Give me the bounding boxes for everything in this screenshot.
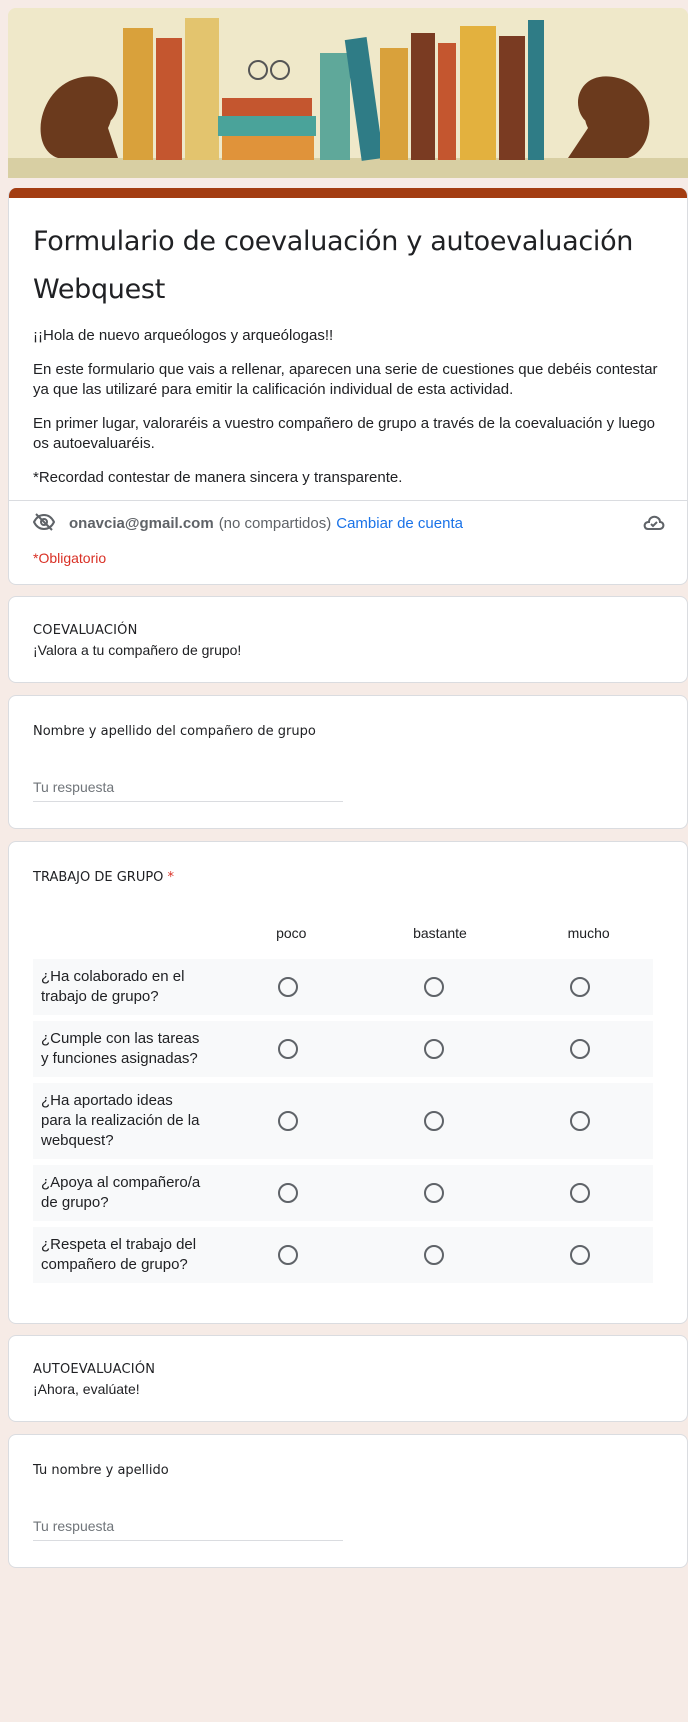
account-note: (no compartidos)	[218, 515, 332, 532]
form-title: Formulario de coevaluación y autoevaluac…	[33, 226, 634, 305]
section-autoevaluacion: AUTOEVALUACIÓN ¡Ahora, evalúate!	[8, 1335, 688, 1422]
grid-row-label: ¿Cumple con las tareas y funciones asign…	[41, 1030, 200, 1067]
form-header-card: Formulario de coevaluación y autoevaluac…	[8, 188, 688, 585]
grid-row: ¿Ha aportado ideas para la realización d…	[33, 1083, 653, 1159]
grid-row: ¿Apoya al compañero/a de grupo?	[33, 1165, 653, 1221]
partner-name-input[interactable]: Tu respuesta	[33, 779, 343, 802]
header-banner-image	[8, 8, 688, 178]
question-group-work: TRABAJO DE GRUPO * poco bastante mucho ¿…	[8, 841, 688, 1324]
section-subtitle: ¡Valora a tu compañero de grupo!	[33, 642, 242, 658]
radio-mucho[interactable]	[569, 977, 590, 997]
radio-poco[interactable]	[277, 1245, 298, 1265]
radio-bastante[interactable]	[423, 1183, 444, 1203]
form-description: ¡¡Hola de nuevo arqueólogos y arqueóloga…	[33, 326, 663, 488]
question-title: TRABAJO DE GRUPO *	[33, 870, 663, 885]
radio-poco[interactable]	[277, 1183, 298, 1203]
grid-row-label: ¿Respeta el trabajo del compañero de gru…	[41, 1236, 197, 1273]
radio-mucho[interactable]	[569, 1183, 590, 1203]
radio-mucho[interactable]	[569, 1039, 590, 1059]
section-subtitle: ¡Ahora, evalúate!	[33, 1381, 140, 1397]
account-email: onavcia@gmail.com	[69, 515, 214, 532]
radio-poco[interactable]	[277, 977, 298, 997]
grid-column-mucho: mucho	[567, 925, 610, 941]
grid-row-label: ¿Ha colaborado en el trabajo de grupo?	[41, 968, 185, 1005]
grid-column-bastante: bastante	[413, 925, 467, 941]
eye-off-icon	[32, 512, 56, 535]
radio-mucho[interactable]	[569, 1245, 590, 1265]
description-paragraph: *Recordad contestar de manera sincera y …	[33, 469, 403, 486]
radio-poco[interactable]	[277, 1111, 298, 1131]
header-accent-bar	[9, 188, 687, 198]
question-title: Tu nombre y apellido	[33, 1463, 169, 1478]
switch-account-link[interactable]: Cambiar de cuenta	[336, 515, 463, 532]
radio-mucho[interactable]	[569, 1111, 590, 1131]
own-name-input[interactable]: Tu respuesta	[33, 1518, 343, 1541]
description-paragraph: En primer lugar, valoraréis a vuestro co…	[33, 415, 656, 452]
grid-column-poco: poco	[276, 925, 307, 941]
description-paragraph: ¡¡Hola de nuevo arqueólogos y arqueóloga…	[33, 327, 334, 344]
grid-header-row: poco bastante mucho	[33, 913, 663, 953]
required-asterisk: *	[167, 870, 175, 885]
grid-row: ¿Ha colaborado en el trabajo de grupo?	[33, 959, 653, 1015]
grid-row-label: ¿Apoya al compañero/a de grupo?	[41, 1174, 201, 1211]
grid-row: ¿Respeta el trabajo del compañero de gru…	[33, 1227, 653, 1283]
question-own-name: Tu nombre y apellido Tu respuesta	[8, 1434, 688, 1568]
radio-bastante[interactable]	[423, 1039, 444, 1059]
question-title: Nombre y apellido del compañero de grupo	[33, 724, 316, 739]
section-title: COEVALUACIÓN	[33, 623, 138, 638]
radio-bastante[interactable]	[423, 1111, 444, 1131]
section-coevaluacion: COEVALUACIÓN ¡Valora a tu compañero de g…	[8, 596, 688, 683]
question-partner-name: Nombre y apellido del compañero de grupo…	[8, 695, 688, 829]
radio-bastante[interactable]	[423, 1245, 444, 1265]
question-title-text: TRABAJO DE GRUPO	[33, 870, 164, 885]
radio-grid: poco bastante mucho ¿Ha colaborado en el…	[33, 913, 663, 1283]
radio-bastante[interactable]	[423, 977, 444, 997]
section-title: AUTOEVALUACIÓN	[33, 1362, 156, 1377]
form-page: Formulario de coevaluación y autoevaluac…	[8, 8, 688, 1568]
required-note: *Obligatorio	[33, 550, 107, 566]
description-paragraph: En este formulario que vais a rellenar, …	[33, 361, 658, 398]
grid-row-label: ¿Ha aportado ideas para la realización d…	[41, 1092, 200, 1149]
bookshelf-illustration	[8, 8, 688, 178]
account-row: onavcia@gmail.com (no compartidos) Cambi…	[9, 500, 687, 546]
grid-row: ¿Cumple con las tareas y funciones asign…	[33, 1021, 653, 1077]
cloud-saved-icon	[643, 515, 665, 535]
radio-poco[interactable]	[277, 1039, 298, 1059]
